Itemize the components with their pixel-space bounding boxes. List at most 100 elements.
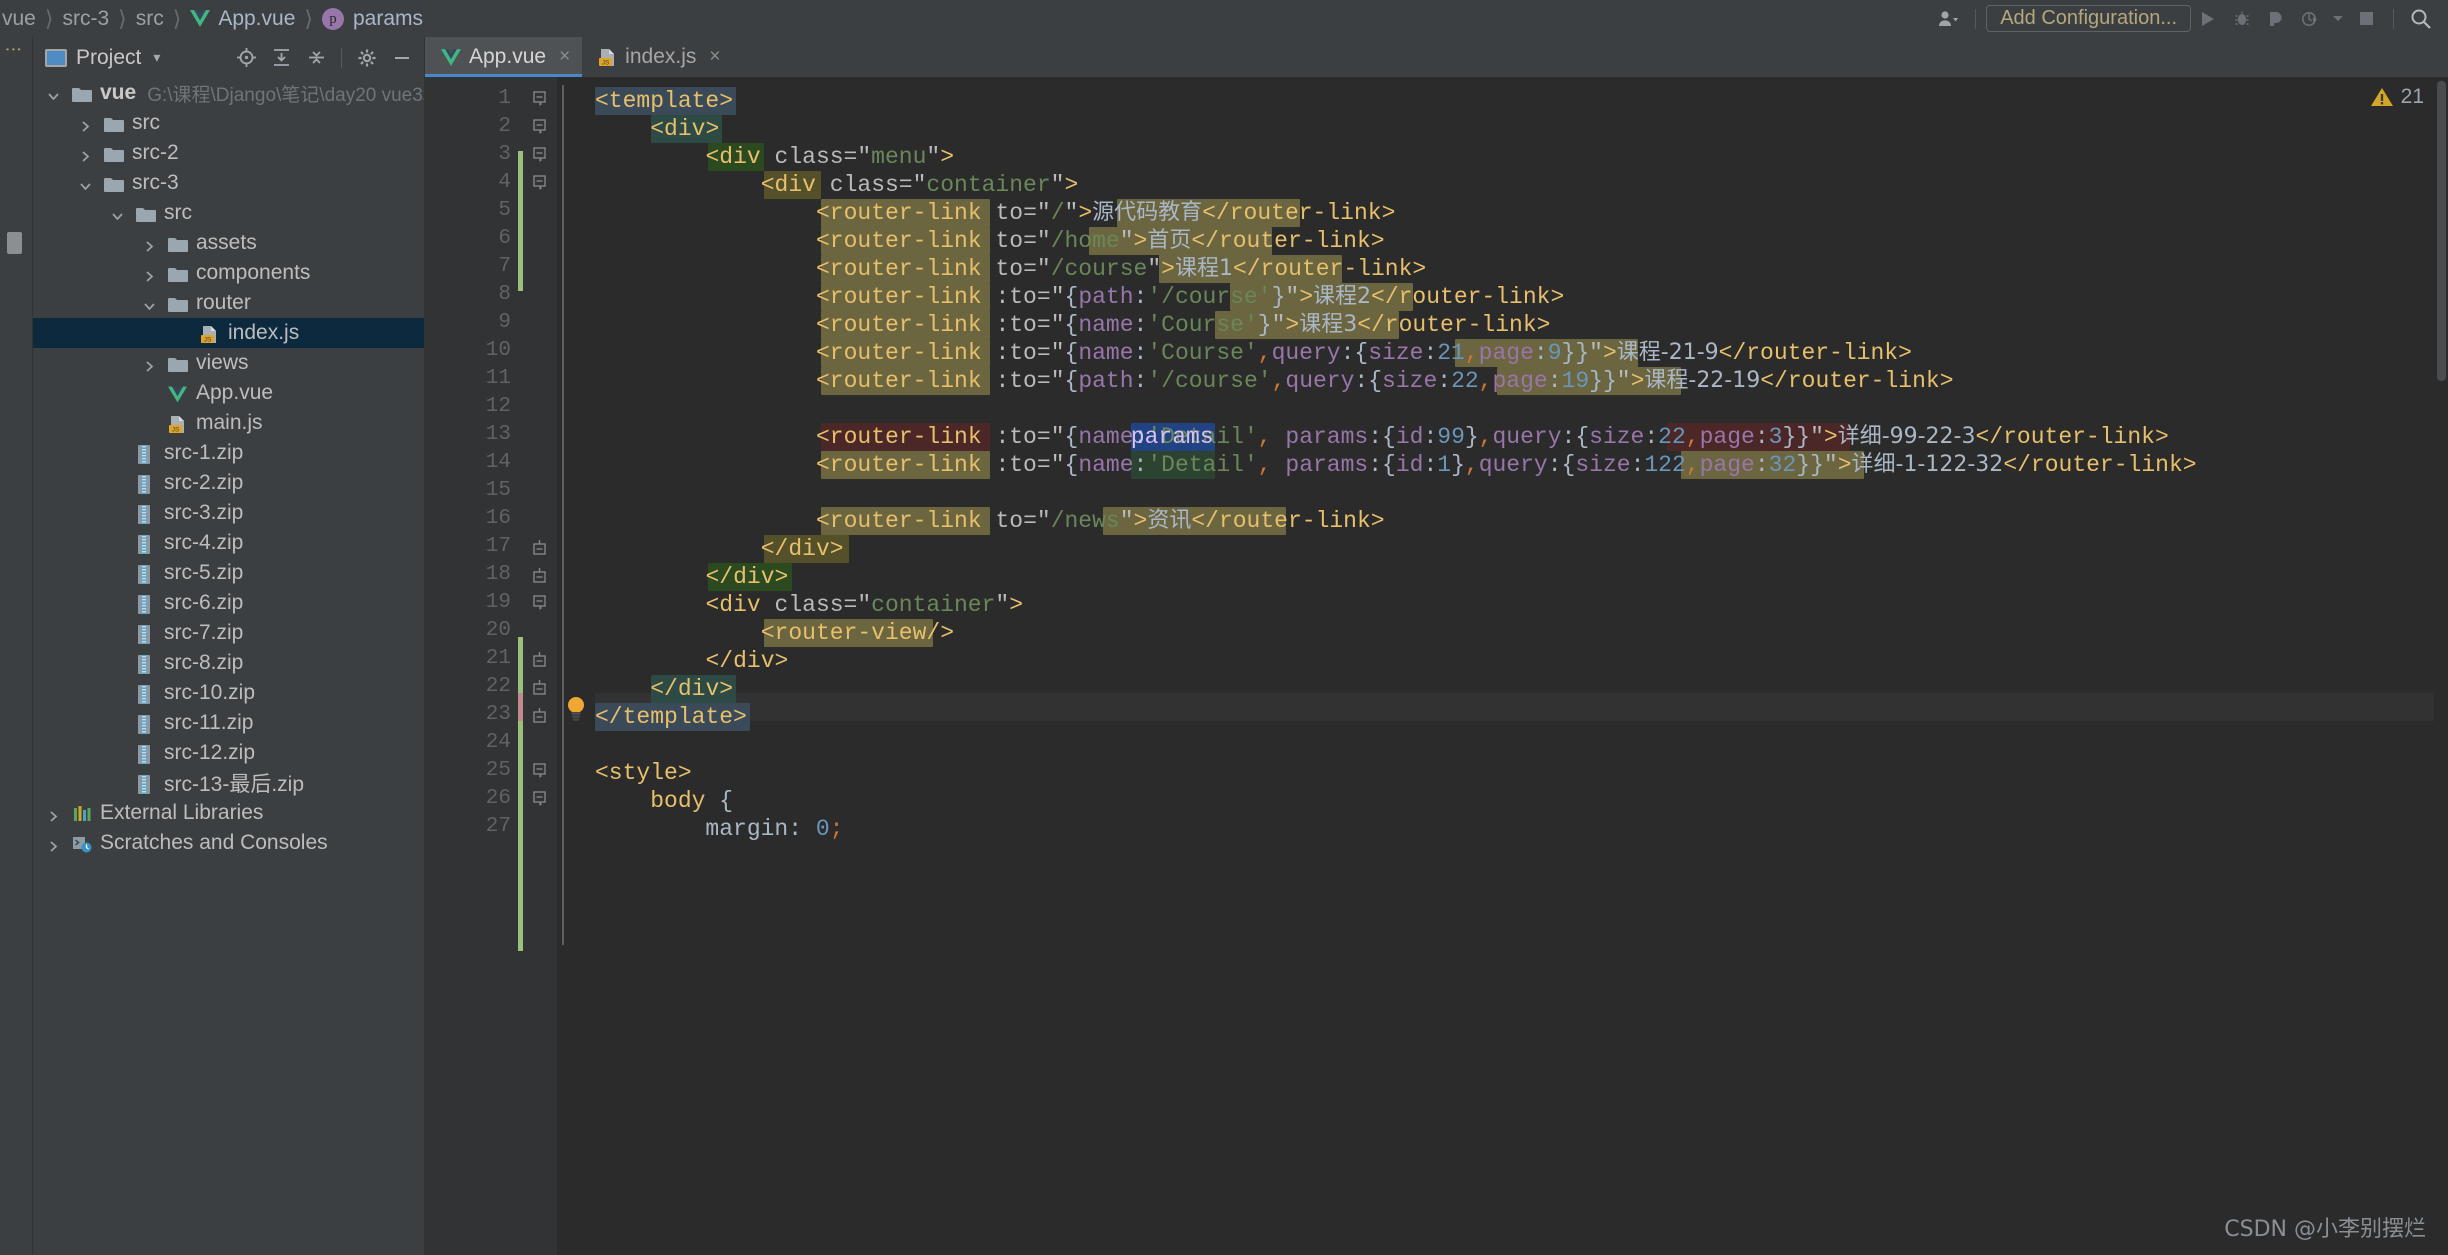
breadcrumb-item-src[interactable]: src [134, 7, 166, 31]
breadcrumb-item-params[interactable]: p params [320, 7, 425, 31]
fold-marker[interactable] [533, 791, 551, 809]
stop-icon[interactable] [2349, 0, 2383, 37]
chevron-right-icon[interactable] [47, 835, 64, 852]
chevron-right-icon[interactable] [143, 265, 160, 282]
coverage-icon[interactable] [2259, 0, 2293, 37]
vcs-change-marker[interactable] [518, 151, 523, 291]
chevron-right-icon[interactable] [47, 805, 64, 822]
code-content[interactable]: <template> <div> <div class="menu"> <div… [595, 77, 2448, 1255]
user-icon[interactable] [1931, 0, 1965, 37]
tree-item-src-3[interactable]: src-3 [33, 168, 425, 198]
code-line[interactable]: <router-link :to="{name:'Course',query:{… [595, 339, 1912, 367]
code-line[interactable]: <router-link :to="{path:'/course'}">课程2<… [595, 283, 1564, 311]
close-icon[interactable]: × [559, 46, 570, 68]
tree-item-app-vue[interactable]: App.vue [33, 378, 425, 408]
expand-all-icon[interactable] [266, 43, 296, 73]
breadcrumb-item-src-3[interactable]: src-3 [60, 7, 111, 31]
code-line[interactable]: </div> [595, 535, 844, 563]
tree-item-src-5-zip[interactable]: src-5.zip [33, 558, 425, 588]
chevron-down-icon[interactable]: ▾ [153, 49, 160, 66]
code-line[interactable]: </template> [595, 703, 747, 731]
tree-item-router[interactable]: router [33, 288, 425, 318]
fold-marker[interactable] [533, 595, 551, 613]
fold-marker[interactable] [533, 175, 551, 193]
debug-icon[interactable] [2225, 0, 2259, 37]
fold-marker[interactable] [533, 763, 551, 781]
tree-item-components[interactable]: components [33, 258, 425, 288]
breadcrumb-item-app-vue[interactable]: App.vue [188, 7, 297, 31]
tree-item-external-libraries[interactable]: External Libraries [33, 798, 425, 828]
code-line[interactable]: <template> [595, 87, 733, 115]
chevron-right-icon[interactable] [143, 355, 160, 372]
tree-item-main-js[interactable]: JS main.js [33, 408, 425, 438]
search-icon[interactable] [2404, 0, 2438, 37]
gear-icon[interactable] [352, 43, 382, 73]
chevron-right-icon[interactable] [79, 145, 96, 162]
tree-item-vue[interactable]: vue G:\课程\Django\笔记\day20 vue3和前 [33, 78, 461, 108]
chevron-down-icon[interactable] [79, 175, 96, 192]
breadcrumb-item-vue[interactable]: vue [0, 7, 38, 31]
tree-item-src-2-zip[interactable]: src-2.zip [33, 468, 425, 498]
vcs-change-marker[interactable] [518, 721, 523, 951]
code-line[interactable]: <div class="menu"> [595, 143, 955, 171]
tree-item-src[interactable]: src [33, 198, 425, 228]
code-line[interactable]: </div> [595, 563, 789, 591]
code-line[interactable]: <div> [595, 115, 719, 143]
code-line[interactable]: </div> [595, 647, 789, 675]
tab-index-js[interactable]: JS index.js × [582, 37, 732, 77]
tree-item-src[interactable]: src [33, 108, 425, 138]
code-line[interactable]: margin: 0; [595, 815, 843, 843]
tree-item-src-2[interactable]: src-2 [33, 138, 425, 168]
code-line[interactable]: <router-link to="/course">课程1</router-li… [595, 255, 1426, 283]
fold-marker[interactable] [533, 651, 551, 669]
code-line[interactable]: <router-link :to="{name:'Course'}">课程3</… [595, 311, 1550, 339]
lightbulb-icon[interactable] [565, 695, 587, 721]
code-line[interactable]: <style> [595, 759, 692, 787]
tree-item-src-4-zip[interactable]: src-4.zip [33, 528, 425, 558]
fold-marker[interactable] [533, 567, 551, 585]
tree-item-scratches-and-consoles[interactable]: Scratches and Consoles [33, 828, 425, 858]
code-line[interactable]: body { [595, 787, 733, 815]
code-line[interactable]: <router-link :to="{name:'Detail', params… [595, 451, 2197, 479]
close-icon[interactable]: × [709, 46, 720, 68]
chevron-down-icon[interactable] [47, 85, 64, 102]
code-line[interactable]: <router-view/> [595, 619, 954, 647]
fold-marker[interactable] [533, 679, 551, 697]
chevron-right-icon[interactable] [79, 115, 96, 132]
tree-item-src-8-zip[interactable]: src-8.zip [33, 648, 425, 678]
code-line[interactable]: <router-link :to="{name:'Detail', params… [595, 423, 2169, 451]
code-line[interactable]: <router-link to="/news">资讯</router-link> [595, 507, 1385, 535]
hide-panel-icon[interactable] [387, 43, 417, 73]
tree-item-src-13-zip[interactable]: src-13-最后.zip [33, 768, 425, 798]
tree-item-src-12-zip[interactable]: src-12.zip [33, 738, 425, 768]
collapse-all-icon[interactable] [301, 43, 331, 73]
chevron-down-icon[interactable] [2327, 0, 2349, 37]
code-line[interactable]: <div class="container"> [595, 171, 1079, 199]
code-line[interactable]: <router-link to="/">源代码教育</router-link> [595, 199, 1395, 227]
code-editor[interactable]: 1 2 3 4 5 6 7 8 9 10 11 12 13 14 15 16 17 18 19 20 21 22 23 24 2… [425, 77, 2448, 1255]
add-configuration-button[interactable]: Add Configuration... [1986, 5, 2191, 32]
selected-token[interactable]: params [1131, 423, 1214, 451]
tree-item-src-6-zip[interactable]: src-6.zip [33, 588, 425, 618]
fold-marker[interactable] [533, 539, 551, 557]
chevron-down-icon[interactable] [111, 205, 128, 222]
tree-item-src-11-zip[interactable]: src-11.zip [33, 708, 425, 738]
fold-marker[interactable] [533, 147, 551, 165]
code-line[interactable]: </div> [595, 675, 733, 703]
vcs-change-marker[interactable] [518, 693, 523, 721]
fold-marker[interactable] [533, 707, 551, 725]
structure-tool-button[interactable] [7, 232, 22, 254]
fold-marker[interactable] [533, 91, 551, 109]
tree-item-src-3-zip[interactable]: src-3.zip [33, 498, 425, 528]
project-tool-button[interactable]: ⋮ [3, 41, 23, 58]
chevron-right-icon[interactable] [143, 235, 160, 252]
tree-item-src-7-zip[interactable]: src-7.zip [33, 618, 425, 648]
tree-item-src-1-zip[interactable]: src-1.zip [33, 438, 425, 468]
vcs-change-marker[interactable] [518, 637, 523, 693]
editor-scrollbar[interactable] [2434, 77, 2448, 1255]
locate-icon[interactable] [231, 43, 261, 73]
tree-item-assets[interactable]: assets [33, 228, 425, 258]
tree-item-src-10-zip[interactable]: src-10.zip [33, 678, 425, 708]
code-line[interactable]: <router-link to="/home">首页</router-link> [595, 227, 1385, 255]
code-line[interactable]: <router-link :to="{path:'/course',query:… [595, 367, 1954, 395]
